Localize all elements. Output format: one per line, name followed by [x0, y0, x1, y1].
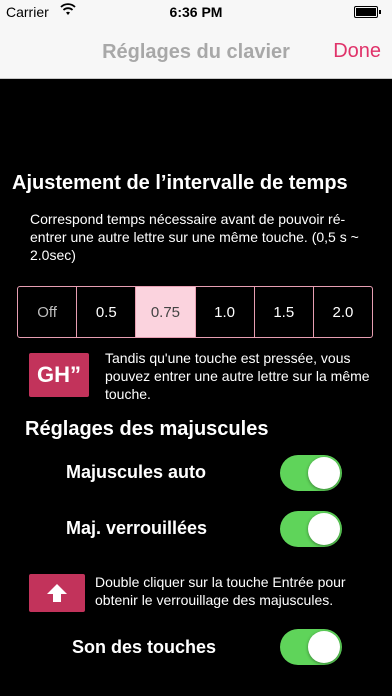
- key-sound-label: Son des touches: [72, 637, 217, 657]
- segment-1-0[interactable]: 1.0: [196, 287, 255, 337]
- multi-letter-icon: GH”: [29, 353, 89, 397]
- segment-1-5[interactable]: 1.5: [255, 287, 314, 337]
- interval-description: Correspond temps nécessaire avant de pou…: [30, 211, 359, 263]
- segment-2-0[interactable]: 2.0: [314, 287, 372, 337]
- clock-time: 6:36 PM: [169, 4, 223, 20]
- toggle-knob: [308, 457, 340, 489]
- toggle-knob: [308, 631, 340, 663]
- navigation-bar: Réglages du clavier Done: [0, 24, 392, 79]
- interval-segmented-control: Off 0.5 0.75 1.0 1.5 2.0: [17, 286, 373, 338]
- segment-off[interactable]: Off: [18, 287, 78, 337]
- auto-caps-label: Majuscules auto: [66, 462, 207, 482]
- auto-caps-toggle[interactable]: [280, 455, 342, 491]
- toggle-knob: [308, 513, 340, 545]
- caps-lock-label: Maj. verrouillées: [66, 518, 208, 538]
- interval-info-text: Tandis qu'une touche est pressée, vous p…: [105, 350, 370, 402]
- segment-0-5[interactable]: 0.5: [77, 287, 137, 337]
- arrow-up-icon: [29, 574, 85, 612]
- battery-icon: [354, 6, 381, 18]
- interval-section-title: Ajustement de l’intervalle de temps: [12, 172, 348, 194]
- status-bar: Carrier 6:36 PM: [0, 0, 392, 24]
- done-button[interactable]: Done: [333, 40, 381, 63]
- caps-section-title: Réglages des majuscules: [25, 418, 269, 440]
- caps-info-text: Double cliquer sur la touche Entrée pour…: [95, 574, 346, 608]
- caps-lock-toggle[interactable]: [280, 511, 342, 547]
- segment-0-75[interactable]: 0.75: [136, 287, 196, 337]
- key-sound-toggle[interactable]: [280, 629, 342, 665]
